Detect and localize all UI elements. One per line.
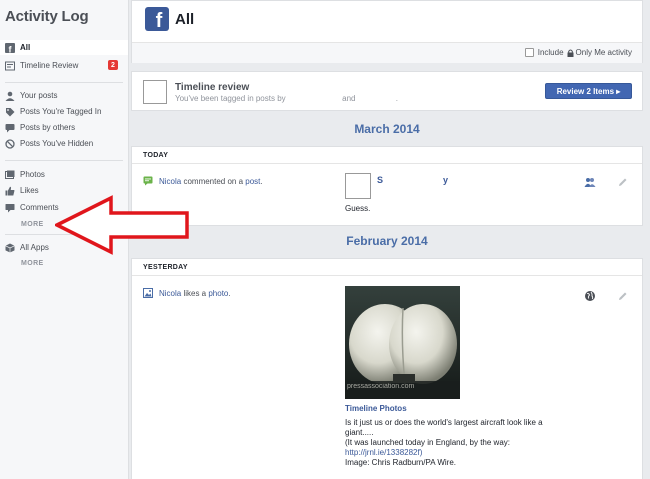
- sidebar-divider: [5, 160, 123, 161]
- sidebar-divider: [5, 82, 123, 83]
- more-link[interactable]: MORE: [21, 260, 44, 267]
- main-column: f All Include Only Me activity Timeline …: [131, 0, 643, 479]
- month-heading: March 2014: [354, 122, 420, 136]
- sidebar-item-label: All Apps: [20, 243, 49, 252]
- timeline-review-card: Timeline review You've been tagged in po…: [131, 71, 643, 111]
- actor-link[interactable]: Nicola: [159, 289, 181, 298]
- facebook-icon: f: [5, 42, 15, 53]
- timeline-icon: [5, 61, 15, 71]
- sidebar-item-posts-by-others[interactable]: Posts by others: [0, 120, 128, 135]
- page-header: f All Include Only Me activity: [131, 0, 643, 63]
- profile-name-link[interactable]: S: [377, 175, 383, 185]
- yesterday-section: YESTERDAY Nicola likes a photo. pressass…: [131, 258, 643, 479]
- sidebar-item-tagged[interactable]: Posts You're Tagged In: [0, 104, 128, 119]
- sidebar-item-your-posts[interactable]: Your posts: [0, 88, 128, 103]
- only-me-label-suffix: Only Me activity: [575, 48, 632, 57]
- activity-story: Nicola likes a photo.: [159, 289, 231, 298]
- sidebar-item-all[interactable]: f All: [0, 40, 128, 55]
- review-title: Timeline review: [175, 82, 250, 93]
- caption-line: giant.....: [345, 428, 374, 437]
- month-heading: February 2014: [346, 234, 428, 248]
- caption-line: Image: Chris Radburn/PA Wire.: [345, 458, 457, 467]
- activity-log-title: Activity Log: [5, 8, 89, 25]
- post-link[interactable]: post: [245, 177, 260, 186]
- tag-icon: [5, 107, 15, 117]
- review-subtitle: You've been tagged in posts by and .: [175, 94, 398, 103]
- red-arrow-annotation: [55, 195, 189, 255]
- speech-icon: [5, 123, 15, 133]
- profile-thumbnail[interactable]: [345, 173, 371, 199]
- thumb-up-icon: [5, 186, 15, 196]
- more-link[interactable]: MORE: [21, 221, 44, 228]
- sidebar-item-label: Timeline Review: [20, 61, 79, 70]
- photos-icon: [5, 170, 15, 180]
- only-me-label-prefix: Include: [537, 48, 564, 57]
- facebook-logo-icon: f: [145, 7, 169, 31]
- photo-link[interactable]: photo: [208, 289, 228, 298]
- album-link[interactable]: Timeline Photos: [345, 404, 407, 413]
- friends-privacy-icon[interactable]: [584, 176, 596, 188]
- liked-photo[interactable]: pressassociation.com: [345, 286, 460, 399]
- sidebar-item-label: All: [20, 43, 31, 52]
- sidebar-item-label: Posts by others: [20, 123, 76, 132]
- section-heading: YESTERDAY: [132, 259, 642, 276]
- sidebar-item-label: Photos: [20, 170, 45, 179]
- photo-caption: Is it just us or does the world's larges…: [345, 418, 555, 468]
- activity-story: Nicola commented on a post.: [159, 177, 263, 186]
- only-me-toggle[interactable]: Include Only Me activity: [524, 48, 632, 57]
- sidebar-item-label: Posts You've Hidden: [20, 139, 94, 148]
- photo-like-icon: [143, 288, 153, 298]
- review-items-button[interactable]: Review 2 Items ▸: [545, 83, 632, 99]
- edit-pencil-icon[interactable]: [618, 291, 628, 301]
- comment-text: Guess.: [345, 204, 371, 213]
- actor-link[interactable]: Nicola: [159, 177, 181, 186]
- sidebar-item-photos[interactable]: Photos: [0, 167, 128, 182]
- caption-link[interactable]: http://jrnl.ie/1338282f): [345, 448, 422, 457]
- review-count-badge: 2: [108, 60, 118, 70]
- apps-icon: [5, 243, 15, 253]
- sidebar-item-label: Your posts: [20, 91, 58, 100]
- comment-story-icon: [143, 176, 153, 186]
- edit-pencil-icon[interactable]: [618, 177, 628, 187]
- profile-name-link[interactable]: y: [443, 175, 448, 185]
- lock-icon: [567, 48, 574, 57]
- sidebar-item-label: Posts You're Tagged In: [20, 107, 102, 116]
- photo-watermark: pressassociation.com: [347, 383, 415, 390]
- review-thumbnail: [143, 80, 167, 104]
- filter-bar: Include Only Me activity: [132, 42, 642, 63]
- person-icon: [5, 91, 15, 101]
- hidden-icon: [5, 138, 15, 149]
- sidebar-item-label: Likes: [20, 186, 39, 195]
- sidebar-item-label: Comments: [20, 203, 59, 212]
- sidebar-item-timeline-review[interactable]: Timeline Review 2: [0, 58, 128, 73]
- public-globe-icon[interactable]: [584, 290, 596, 302]
- caption-line: Is it just us or does the world's larges…: [345, 418, 543, 427]
- sidebar-item-hidden[interactable]: Posts You've Hidden: [0, 136, 128, 151]
- comment-icon: [5, 203, 15, 213]
- caption-line: (It was launched today in England, by th…: [345, 438, 510, 447]
- only-me-checkbox[interactable]: [524, 48, 534, 57]
- section-heading: TODAY: [132, 147, 642, 164]
- window-edge: [643, 0, 650, 479]
- today-section: TODAY Nicola commented on a post. S y Gu…: [131, 146, 643, 226]
- page-title: All: [175, 11, 195, 28]
